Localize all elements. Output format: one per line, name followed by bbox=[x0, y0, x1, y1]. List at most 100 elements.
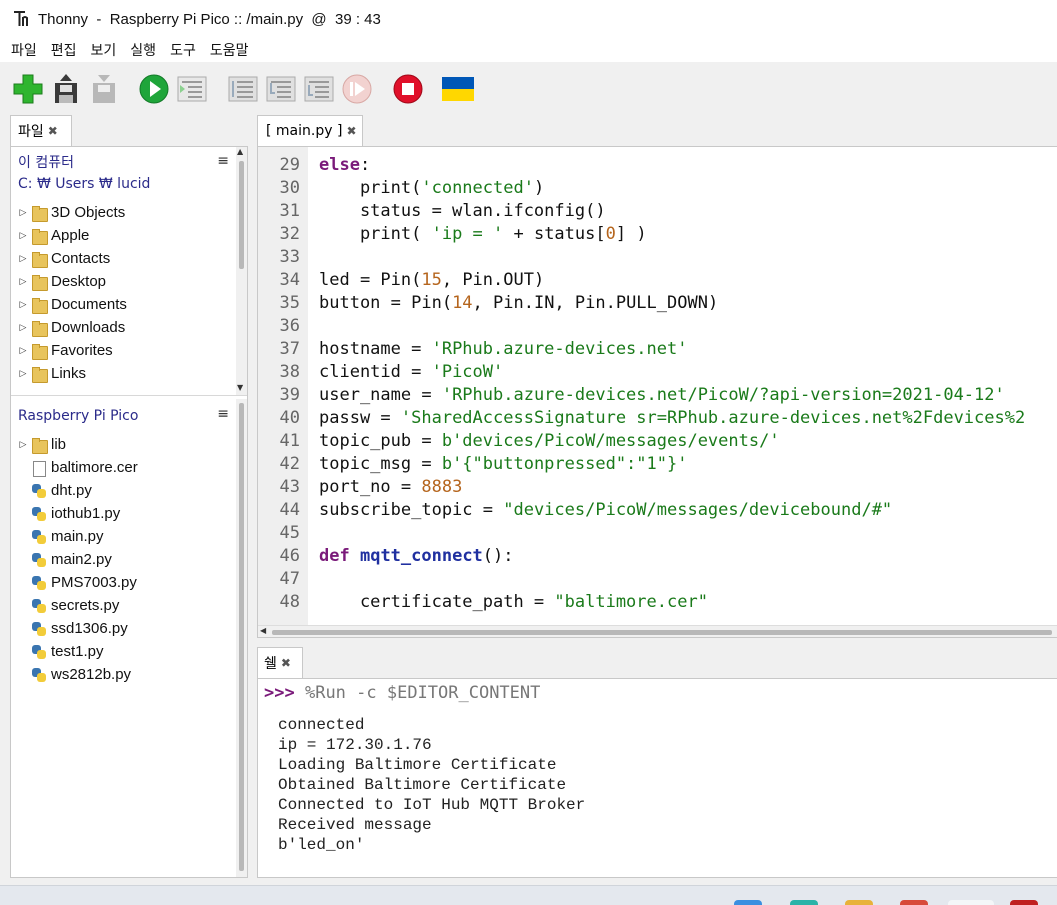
app-icon[interactable] bbox=[900, 900, 928, 905]
list-item[interactable]: main.py bbox=[11, 525, 237, 548]
list-item[interactable]: ▷ Documents bbox=[11, 293, 237, 316]
menu-edit[interactable]: 편집 bbox=[44, 40, 84, 60]
file-name: Downloads bbox=[51, 319, 126, 336]
file-name: ws2812b.py bbox=[51, 666, 132, 683]
list-item[interactable]: baltimore.cer bbox=[11, 456, 237, 479]
code-token: print( bbox=[319, 177, 422, 198]
scrollbar-thumb[interactable] bbox=[239, 403, 244, 871]
line-number: 32 bbox=[279, 223, 300, 244]
scrollbar-thumb[interactable] bbox=[272, 630, 1052, 635]
expand-arrow-icon[interactable]: ▷ bbox=[17, 207, 29, 218]
step-out-icon[interactable] bbox=[302, 72, 336, 106]
list-item[interactable]: dht.py bbox=[11, 479, 237, 502]
expand-arrow-icon[interactable]: ▷ bbox=[17, 253, 29, 264]
tab-shell[interactable]: 쉘 ✖ bbox=[257, 647, 303, 678]
close-icon[interactable]: ✖ bbox=[281, 656, 291, 670]
folder-icon bbox=[31, 228, 48, 245]
list-item[interactable]: test1.py bbox=[11, 640, 237, 663]
computer-path[interactable]: C: ₩ Users ₩ lucid bbox=[18, 174, 237, 195]
line-number: 34 bbox=[279, 269, 300, 290]
list-item[interactable]: main2.py bbox=[11, 548, 237, 571]
list-item[interactable]: ws2812b.py bbox=[11, 663, 237, 686]
list-item[interactable]: ▷ Links bbox=[11, 362, 237, 385]
list-item[interactable]: ▷ Contacts bbox=[11, 247, 237, 270]
code-line: 39 user_name = 'RPhub.azure-devices.net/P… bbox=[258, 383, 1057, 406]
expand-arrow-icon[interactable]: ▷ bbox=[17, 368, 29, 379]
code-token: user_name = bbox=[319, 384, 442, 405]
list-item[interactable]: ▷ Desktop bbox=[11, 270, 237, 293]
code-editor[interactable]: 29 else: 30 print('connected') 31 status = … bbox=[257, 146, 1057, 638]
line-number: 41 bbox=[279, 430, 300, 451]
list-item[interactable]: ▷ Favorites bbox=[11, 339, 237, 362]
ukraine-flag-icon[interactable] bbox=[441, 72, 475, 106]
close-icon[interactable]: ✖ bbox=[346, 124, 356, 138]
run-icon[interactable] bbox=[137, 72, 171, 106]
list-item[interactable]: ssd1306.py bbox=[11, 617, 237, 640]
step-over-icon[interactable] bbox=[226, 72, 260, 106]
device-scrollbar[interactable] bbox=[236, 399, 247, 877]
list-item[interactable]: ▷ Downloads bbox=[11, 316, 237, 339]
shell-output-line: ip = 172.30.1.76 bbox=[278, 736, 432, 754]
menu-tools[interactable]: 도구 bbox=[163, 40, 203, 60]
expand-arrow-icon[interactable]: ▷ bbox=[17, 276, 29, 287]
code-token: mqtt_connect bbox=[359, 545, 483, 566]
explorer-icon[interactable] bbox=[845, 900, 873, 905]
expand-arrow-icon[interactable]: ▷ bbox=[17, 345, 29, 356]
expand-arrow-icon[interactable]: ▷ bbox=[17, 439, 29, 450]
code-text: def mqtt_connect(): bbox=[319, 546, 514, 566]
shell-panel[interactable]: >>> %Run -c $EDITOR_CONTENT connected ip … bbox=[257, 678, 1057, 878]
tab-files-label: 파일 bbox=[18, 124, 44, 140]
close-icon[interactable]: ✖ bbox=[48, 124, 58, 138]
device-header: Raspberry Pi Pico bbox=[11, 406, 237, 427]
line-number: 37 bbox=[279, 338, 300, 359]
menu-view[interactable]: 보기 bbox=[84, 40, 124, 60]
browser-icon[interactable] bbox=[790, 900, 818, 905]
computer-scrollbar[interactable]: ▲ ▼ bbox=[236, 147, 247, 395]
scroll-left-icon[interactable]: ◀ bbox=[260, 626, 266, 635]
expand-arrow-icon[interactable]: ▷ bbox=[17, 299, 29, 310]
thonny-task-icon[interactable] bbox=[1010, 900, 1038, 905]
list-item[interactable]: PMS7003.py bbox=[11, 571, 237, 594]
list-item[interactable]: secrets.py bbox=[11, 594, 237, 617]
code-token: passw = bbox=[319, 407, 401, 428]
pane-divider bbox=[11, 395, 247, 396]
code-text: passw = 'SharedAccessSignature sr=RPhub.… bbox=[319, 408, 1025, 428]
hamburger-menu-icon[interactable]: ≡ bbox=[217, 406, 229, 422]
file-name: baltimore.cer bbox=[51, 459, 138, 476]
code-token: topic_msg = bbox=[319, 453, 442, 474]
python-file-icon bbox=[31, 621, 47, 637]
expand-arrow-icon[interactable]: ▷ bbox=[17, 322, 29, 333]
tab-main-py[interactable]: [ main.py ] ✖ bbox=[257, 115, 363, 146]
scrollbar-thumb[interactable] bbox=[239, 161, 244, 269]
folder-icon bbox=[31, 205, 48, 222]
list-item[interactable]: ▷ 3D Objects bbox=[11, 201, 237, 224]
code-text: led = Pin(15, Pin.OUT) bbox=[319, 270, 544, 290]
list-item[interactable]: iothub1.py bbox=[11, 502, 237, 525]
list-item[interactable]: ▷ lib bbox=[11, 433, 237, 456]
step-into-icon[interactable] bbox=[264, 72, 298, 106]
code-line: 29 else: bbox=[258, 153, 1057, 176]
tab-files[interactable]: 파일 ✖ bbox=[10, 115, 72, 146]
editor-horizontal-scrollbar[interactable]: ◀ bbox=[258, 625, 1057, 637]
code-token: def bbox=[319, 545, 350, 566]
menu-file[interactable]: 파일 bbox=[4, 40, 44, 60]
save-icon[interactable] bbox=[87, 72, 121, 106]
resume-icon[interactable] bbox=[340, 72, 374, 106]
code-line: 37 hostname = 'RPhub.azure-devices.net' bbox=[258, 337, 1057, 360]
menu-help[interactable]: 도움말 bbox=[203, 40, 256, 60]
hamburger-menu-icon[interactable]: ≡ bbox=[217, 153, 229, 169]
active-app-icon[interactable] bbox=[948, 900, 994, 905]
expand-arrow-icon[interactable]: ▷ bbox=[17, 230, 29, 241]
new-file-icon[interactable] bbox=[11, 72, 45, 106]
start-icon[interactable] bbox=[734, 900, 762, 905]
list-item[interactable]: ▷ Apple bbox=[11, 224, 237, 247]
python-file-icon bbox=[31, 506, 47, 522]
scroll-up-icon[interactable]: ▲ bbox=[237, 147, 243, 156]
stop-icon[interactable] bbox=[391, 72, 425, 106]
menu-run[interactable]: 실행 bbox=[123, 40, 163, 60]
code-text: print( 'ip = ' + status[0] ) bbox=[319, 224, 647, 244]
scroll-down-icon[interactable]: ▼ bbox=[237, 383, 243, 392]
debug-icon[interactable] bbox=[175, 72, 209, 106]
code-token: 'RPhub.azure-devices.net/PicoW/?api-vers… bbox=[441, 384, 1005, 405]
load-icon[interactable] bbox=[49, 72, 83, 106]
